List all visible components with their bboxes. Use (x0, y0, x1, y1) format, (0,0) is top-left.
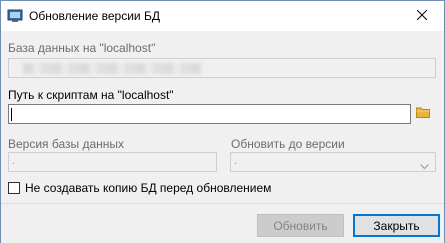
no-backup-label: Не создавать копию БД перед обновлением (25, 181, 272, 195)
upgrade-version-select[interactable]: . (230, 152, 436, 172)
redacted-database-name (23, 63, 201, 74)
dialog-footer: Обновить Закрыть (1, 203, 444, 243)
window-title: Обновление версии БД (29, 9, 160, 23)
scripts-path-label: Путь к скриптам на "localhost" (8, 88, 174, 102)
scripts-path-input[interactable] (8, 104, 411, 124)
chevron-down-icon (420, 159, 429, 173)
browse-folder-button[interactable] (413, 103, 433, 123)
no-backup-checkbox[interactable] (8, 182, 20, 194)
database-label: База данных на "localhost" (8, 41, 156, 55)
title-bar: Обновление версии БД (1, 1, 444, 31)
close-icon (416, 9, 428, 23)
upgrade-version-value: . (234, 155, 238, 167)
close-window-button[interactable] (400, 1, 444, 31)
database-field (8, 58, 436, 78)
db-version-value: . (12, 155, 16, 167)
db-version-label: Версия базы данных (8, 137, 125, 151)
database-app-icon (7, 8, 23, 24)
db-version-field: . (8, 152, 217, 172)
update-button[interactable]: Обновить (257, 214, 344, 237)
dialog-window: Обновление версии БД База данных на "loc… (0, 0, 445, 243)
text-caret (11, 108, 12, 121)
upgrade-version-label: Обновить до версии (231, 137, 345, 151)
close-button[interactable]: Закрыть (353, 214, 440, 237)
folder-icon (416, 106, 430, 121)
